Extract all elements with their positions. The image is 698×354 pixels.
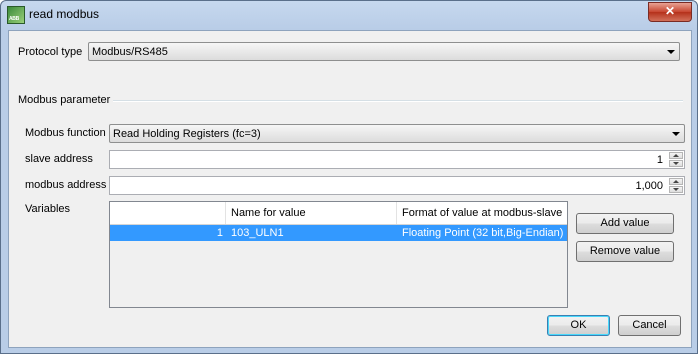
row-name: 103_ULN1 (231, 227, 284, 239)
column-header-format[interactable]: Format of value at modbus-slave (397, 202, 567, 224)
modbus-address-value: 1,000 (635, 180, 663, 192)
title-bar[interactable]: ABB read modbus ✕ (1, 1, 697, 29)
protocol-type-select[interactable]: Modbus/RS485 (88, 42, 680, 61)
add-value-button[interactable]: Add value (576, 213, 674, 234)
variables-label: Variables (25, 203, 71, 215)
cancel-button[interactable]: Cancel (618, 315, 681, 336)
row-format: Floating Point (32 bit,Big-Endian) (402, 227, 564, 239)
row-index: 1 (216, 227, 223, 239)
dialog-window: ABB read modbus ✕ Protocol type Modbus/R… (0, 0, 698, 354)
close-icon[interactable]: ✕ (648, 2, 692, 22)
window-title: read modbus (29, 7, 100, 21)
slave-address-value: 1 (656, 154, 663, 166)
protocol-type-label: Protocol type (18, 46, 83, 58)
table-header: Name for value Format of value at modbus… (110, 202, 567, 225)
column-header-name[interactable]: Name for value (226, 202, 397, 224)
variables-table[interactable]: Name for value Format of value at modbus… (109, 201, 568, 308)
modbus-function-value: Read Holding Registers (fc=3) (113, 128, 261, 140)
spin-down-icon[interactable] (669, 160, 683, 167)
spin-up-icon[interactable] (669, 178, 683, 185)
modbus-address-spinbox[interactable]: 1,000 (109, 176, 685, 195)
table-row[interactable]: 1 103_ULN1 Floating Point (32 bit,Big-En… (110, 225, 567, 241)
dialog-body: Protocol type Modbus/RS485 Modbus parame… (8, 30, 692, 348)
group-divider (113, 100, 683, 102)
spin-up-icon[interactable] (669, 152, 683, 159)
slave-address-spinbox[interactable]: 1 (109, 150, 685, 169)
modbus-parameter-group-label: Modbus parameter (18, 94, 111, 106)
modbus-function-select[interactable]: Read Holding Registers (fc=3) (109, 124, 685, 143)
chevron-down-icon (672, 132, 680, 136)
ok-button[interactable]: OK (547, 315, 610, 336)
slave-address-label: slave address (25, 153, 93, 165)
spin-down-icon[interactable] (669, 186, 683, 193)
modbus-address-label: modbus address (25, 179, 107, 191)
modbus-function-label: Modbus function (25, 127, 106, 139)
remove-value-button[interactable]: Remove value (576, 241, 674, 262)
app-icon: ABB (7, 6, 25, 24)
column-header-index[interactable] (110, 202, 226, 224)
chevron-down-icon (667, 50, 675, 54)
protocol-type-value: Modbus/RS485 (92, 46, 168, 58)
